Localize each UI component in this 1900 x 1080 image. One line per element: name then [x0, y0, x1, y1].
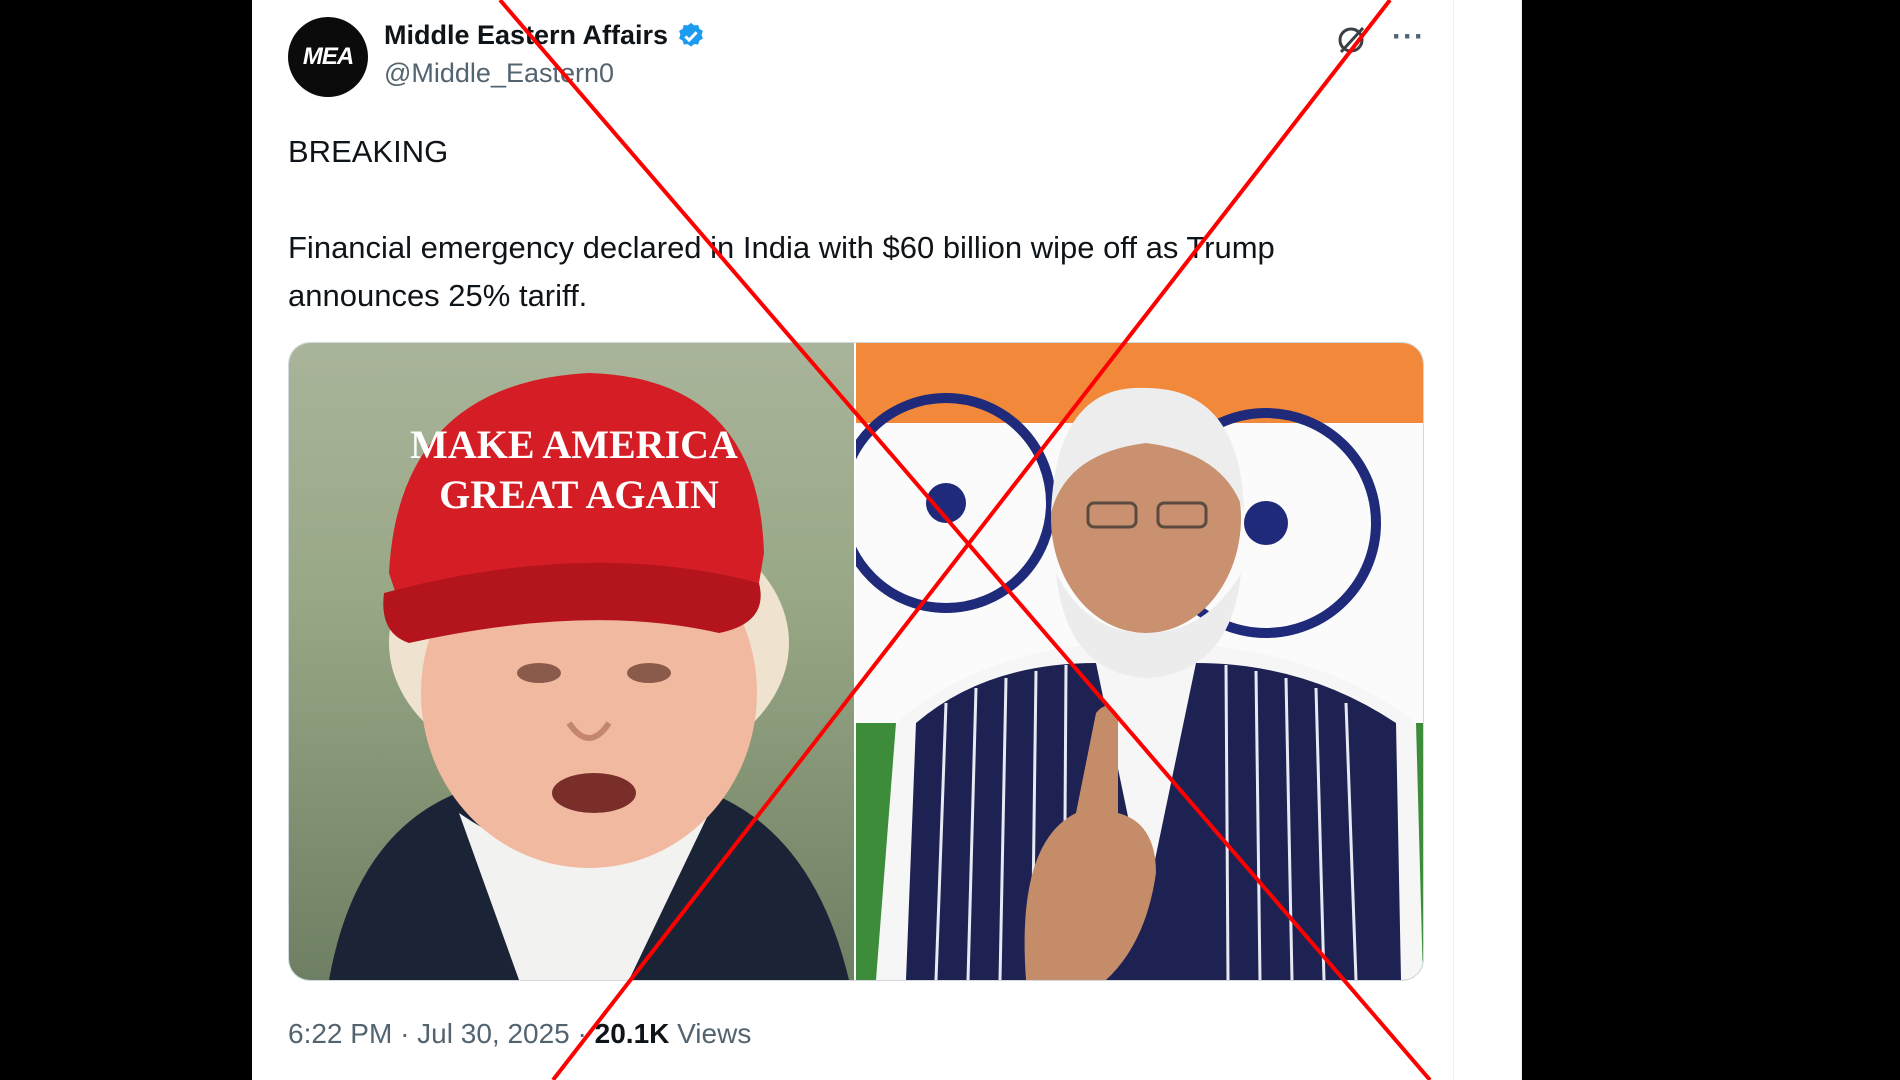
views-count: 20.1K — [594, 1018, 670, 1049]
avatar-logo-text: MEA — [302, 43, 354, 70]
tweet-time[interactable]: 6:22 PM — [288, 1018, 392, 1049]
author-name[interactable]: Middle Eastern Affairs — [384, 20, 668, 51]
trump-illustration: MAKE AMERICA GREAT AGAIN — [329, 373, 849, 980]
column-divider — [1453, 0, 1454, 1080]
tweet-text: BREAKING Financial emergency declared in… — [288, 128, 1428, 320]
tweet-line-body: Financial emergency declared in India wi… — [288, 230, 1275, 313]
tweet-card: MEA Middle Eastern Affairs @Middle_Easte… — [252, 0, 1522, 1080]
tweet-date[interactable]: Jul 30, 2025 — [417, 1018, 570, 1049]
author-name-row[interactable]: Middle Eastern Affairs — [384, 20, 706, 51]
tweet-media[interactable]: MAKE AMERICA GREAT AGAIN — [288, 342, 1424, 981]
cap-text-line1: MAKE AMERICA — [410, 422, 738, 467]
cap-text-line2: GREAT AGAIN — [439, 472, 719, 517]
more-options-icon[interactable]: ··· — [1392, 20, 1425, 54]
grok-icon[interactable] — [1333, 22, 1369, 58]
verified-badge-icon — [679, 22, 703, 47]
author-handle[interactable]: @Middle_Eastern0 — [384, 58, 614, 89]
modi-illustration — [856, 343, 1423, 980]
trump-photo[interactable]: MAKE AMERICA GREAT AGAIN — [289, 343, 854, 980]
avatar[interactable]: MEA — [288, 17, 368, 97]
views-label: Views — [677, 1018, 752, 1049]
tweet-meta: 6:22 PM · Jul 30, 2025 · 20.1K Views — [288, 1018, 752, 1049]
modi-photo[interactable] — [856, 343, 1423, 980]
tweet-line-breaking: BREAKING — [288, 134, 449, 169]
